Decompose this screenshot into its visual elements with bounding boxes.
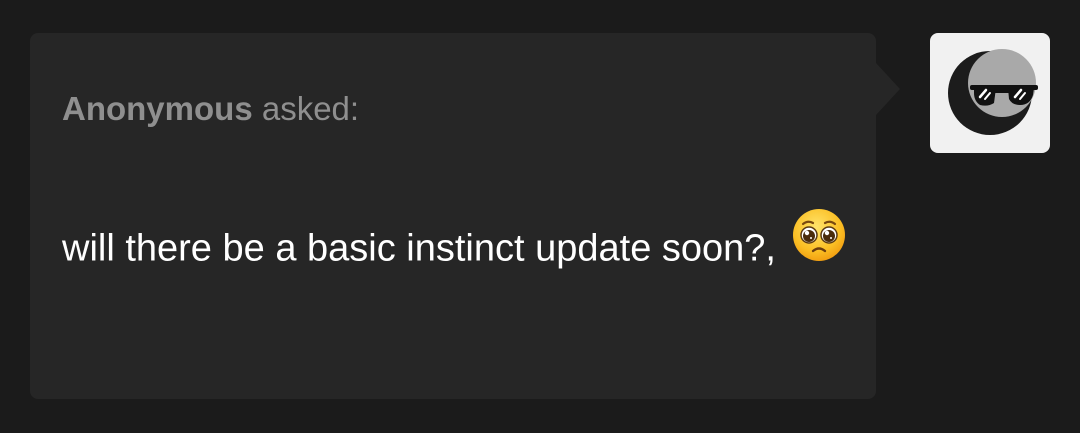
asked-label: asked: — [252, 90, 360, 127]
question-text: will there be a basic instinct update so… — [62, 209, 852, 290]
pleading-face-emoji-icon — [791, 207, 847, 286]
ask-card: Anonymous asked: will there be a basic i… — [30, 33, 900, 399]
question-body: will there be a basic instinct update so… — [62, 227, 776, 270]
asker-name[interactable]: Anonymous — [62, 90, 253, 127]
sunglasses-moon-avatar-icon — [948, 49, 1038, 135]
avatar[interactable] — [930, 33, 1050, 153]
ask-card-pointer — [876, 63, 900, 115]
asker-line: Anonymous asked: — [62, 89, 359, 129]
